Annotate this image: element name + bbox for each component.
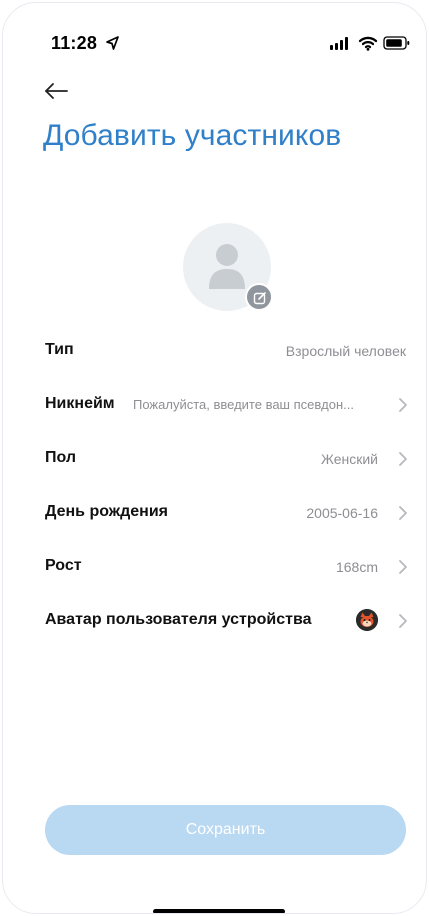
cat-avatar-icon (356, 609, 378, 631)
profile-avatar[interactable] (183, 223, 273, 311)
height-value: 168cm (335, 559, 378, 575)
chevron-right-icon (399, 506, 407, 520)
nickname-row[interactable]: Никнейм Пожалуйста, введите ваш псевдон.… (3, 377, 426, 431)
edit-icon (253, 292, 266, 305)
height-row[interactable]: Рост 168cm (3, 539, 426, 593)
back-arrow-icon[interactable] (43, 81, 69, 101)
location-arrow-icon (106, 36, 119, 50)
gender-label: Пол (45, 449, 77, 466)
home-indicator (153, 909, 285, 913)
edit-avatar-button[interactable] (245, 283, 273, 311)
nickname-label: Никнейм (45, 395, 115, 412)
status-time: 11:28 (51, 33, 98, 53)
type-row: Тип Взрослый человек (3, 323, 426, 377)
chevron-right-icon (399, 560, 407, 574)
chevron-right-icon (399, 398, 407, 412)
battery-icon (383, 36, 410, 50)
birthday-row[interactable]: День рождения 2005-06-16 (3, 485, 426, 539)
type-label: Тип (45, 341, 74, 358)
nickname-input[interactable]: Пожалуйста, введите ваш псевдон... (133, 397, 378, 412)
height-label: Рост (45, 557, 82, 574)
chevron-right-icon (399, 614, 407, 628)
type-value: Взрослый человек (285, 343, 406, 359)
gender-row[interactable]: Пол Женский (3, 431, 426, 485)
signal-icon (330, 37, 348, 50)
wifi-icon (358, 36, 378, 51)
phone-screen: 11:28 Добавить участников Тип Взрослый ч… (2, 2, 427, 914)
gender-value: Женский (320, 451, 378, 467)
device-avatar-label: Аватар пользователя устройства (45, 611, 312, 628)
birthday-label: День рождения (45, 503, 169, 520)
user-placeholder-icon (209, 244, 245, 289)
birthday-value: 2005-06-16 (306, 505, 378, 521)
page-title: Добавить участников (43, 119, 342, 152)
device-avatar-row[interactable]: Аватар пользователя устройства (3, 593, 426, 647)
save-button[interactable]: Сохранить (45, 805, 406, 855)
chevron-right-icon (399, 452, 407, 466)
status-bar: 11:28 (3, 25, 426, 57)
